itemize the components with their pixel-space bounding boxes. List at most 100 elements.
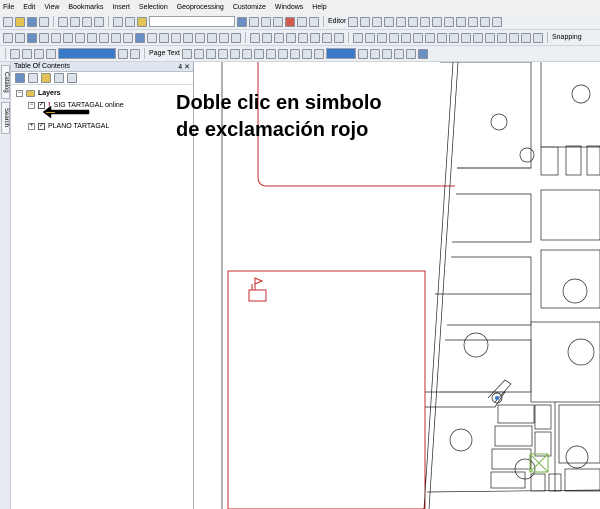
- draw-tool-icon[interactable]: [449, 32, 459, 43]
- html-popup-icon[interactable]: [159, 32, 169, 43]
- next-page-icon[interactable]: [118, 48, 128, 59]
- page-tool-icon[interactable]: [278, 48, 289, 59]
- draw-tool-icon[interactable]: [473, 32, 483, 43]
- attributes-icon[interactable]: [480, 16, 491, 27]
- redo-icon[interactable]: [125, 16, 135, 27]
- find-icon[interactable]: [183, 32, 193, 43]
- identify-icon[interactable]: [135, 32, 145, 43]
- open-folder-icon[interactable]: [15, 16, 25, 27]
- point-icon[interactable]: [408, 16, 419, 27]
- first-page-icon[interactable]: [34, 48, 44, 59]
- hyperlink-icon[interactable]: [147, 32, 157, 43]
- undo-icon[interactable]: [113, 16, 123, 27]
- expand-icon[interactable]: +: [28, 123, 35, 130]
- close-icon[interactable]: ✕: [184, 64, 190, 71]
- list-by-drawing-order-icon[interactable]: [15, 73, 25, 83]
- layer-checkbox[interactable]: ✓: [38, 123, 45, 130]
- search-window-icon[interactable]: [273, 16, 283, 27]
- color-combo[interactable]: [326, 48, 357, 59]
- zoom-in-icon[interactable]: [3, 32, 13, 43]
- layout-tool-icon[interactable]: [274, 32, 284, 43]
- menu-bookmarks[interactable]: Bookmarks: [68, 4, 103, 11]
- create-viewer-icon[interactable]: [231, 32, 241, 43]
- draw-tool-icon[interactable]: [497, 32, 507, 43]
- draw-tool-icon[interactable]: [401, 32, 411, 43]
- page-tool-icon[interactable]: [290, 48, 301, 59]
- last-page-icon[interactable]: [130, 48, 140, 59]
- catalog-window-icon[interactable]: [261, 16, 271, 27]
- page-tool-icon[interactable]: [370, 48, 381, 59]
- draw-tool-icon[interactable]: [461, 32, 471, 43]
- arctoolbox-icon[interactable]: [285, 16, 295, 27]
- catalog-tab[interactable]: Catalog: [1, 65, 10, 99]
- layers-node[interactable]: − Layers: [16, 90, 61, 97]
- delete-icon[interactable]: [94, 16, 104, 27]
- sketch-properties-icon[interactable]: [492, 16, 503, 27]
- zoom-out-icon[interactable]: [15, 32, 25, 43]
- draw-tool-icon[interactable]: [413, 32, 423, 43]
- edit-tool-icon[interactable]: [348, 16, 359, 27]
- date-combo[interactable]: [58, 48, 116, 59]
- options-icon[interactable]: [67, 73, 77, 83]
- draw-tool-icon[interactable]: [521, 32, 531, 43]
- page-tool-icon[interactable]: [382, 48, 393, 59]
- scale-combo[interactable]: [149, 16, 235, 27]
- draw-tool-icon[interactable]: [353, 32, 363, 43]
- page-tool-icon[interactable]: [182, 48, 193, 59]
- draw-tool-icon[interactable]: [485, 32, 495, 43]
- layer-row-plano[interactable]: + ✓ PLANO TARTAGAL: [28, 123, 109, 130]
- pan-icon[interactable]: [27, 32, 37, 43]
- menu-help[interactable]: Help: [312, 4, 326, 11]
- python-window-icon[interactable]: [297, 16, 307, 27]
- page-tool-icon[interactable]: [302, 48, 313, 59]
- draw-tool-icon[interactable]: [437, 32, 447, 43]
- trace-icon[interactable]: [396, 16, 407, 27]
- zoom-whole-page-icon[interactable]: [10, 48, 20, 59]
- menu-geoprocessing[interactable]: Geoprocessing: [177, 4, 224, 11]
- paste-icon[interactable]: [82, 16, 92, 27]
- layout-tool-icon[interactable]: [334, 32, 344, 43]
- menu-selection[interactable]: Selection: [139, 4, 168, 11]
- editor-toolbar-icon[interactable]: [237, 16, 247, 27]
- clear-selection-icon[interactable]: [111, 32, 121, 43]
- toc-window-icon[interactable]: [249, 16, 259, 27]
- back-icon[interactable]: [75, 32, 85, 43]
- page-tool-icon[interactable]: [194, 48, 205, 59]
- draw-tool-icon[interactable]: [509, 32, 519, 43]
- model-builder-icon[interactable]: [309, 16, 319, 27]
- page-tool-icon[interactable]: [230, 48, 241, 59]
- layout-tool-icon[interactable]: [298, 32, 308, 43]
- editor-menu[interactable]: Editor: [328, 18, 346, 25]
- menu-customize[interactable]: Customize: [233, 4, 266, 11]
- menu-edit[interactable]: Edit: [23, 4, 35, 11]
- list-by-selection-icon[interactable]: [54, 73, 64, 83]
- rotate-icon[interactable]: [468, 16, 479, 27]
- cut-icon[interactable]: [58, 16, 68, 27]
- layout-tool-icon[interactable]: [262, 32, 272, 43]
- page-text-menu[interactable]: Page Text: [149, 50, 180, 57]
- draw-tool-icon[interactable]: [365, 32, 375, 43]
- cut-polygons-icon[interactable]: [444, 16, 455, 27]
- split-icon[interactable]: [456, 16, 467, 27]
- reshape-icon[interactable]: [432, 16, 443, 27]
- menu-file[interactable]: File: [3, 4, 14, 11]
- layout-tool-icon[interactable]: [286, 32, 296, 43]
- measure-icon[interactable]: [171, 32, 181, 43]
- list-by-visibility-icon[interactable]: [41, 73, 51, 83]
- fixed-zoom-out-icon[interactable]: [63, 32, 73, 43]
- draw-tool-icon[interactable]: [389, 32, 399, 43]
- search-tab[interactable]: Search: [1, 102, 10, 134]
- select-elements-icon[interactable]: [123, 32, 133, 43]
- end-point-arc-icon[interactable]: [384, 16, 395, 27]
- pin-icon[interactable]: 4: [178, 64, 182, 71]
- fixed-zoom-in-icon[interactable]: [51, 32, 61, 43]
- page-tool-icon[interactable]: [358, 48, 369, 59]
- page-tool-icon[interactable]: [266, 48, 277, 59]
- menu-insert[interactable]: Insert: [112, 4, 130, 11]
- layout-tool-icon[interactable]: [310, 32, 320, 43]
- layout-tool-icon[interactable]: [250, 32, 260, 43]
- draw-tool-icon[interactable]: [533, 32, 543, 43]
- save-icon[interactable]: [27, 16, 37, 27]
- straight-segment-icon[interactable]: [372, 16, 383, 27]
- collapse-icon[interactable]: −: [28, 102, 35, 109]
